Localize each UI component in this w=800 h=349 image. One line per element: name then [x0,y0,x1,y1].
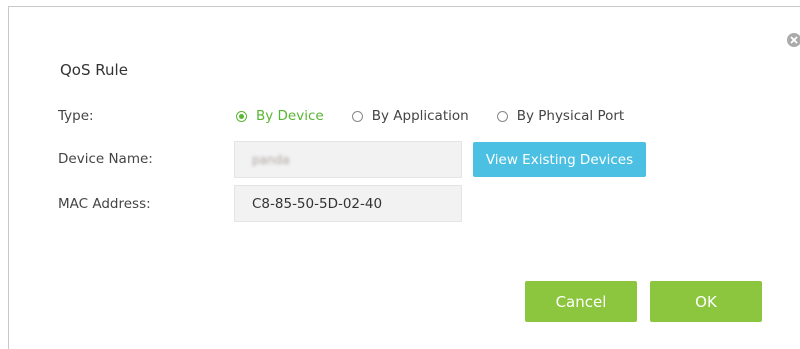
type-label: Type: [58,108,94,124]
cancel-button[interactable]: Cancel [525,281,637,322]
view-existing-devices-button[interactable]: View Existing Devices [473,142,646,177]
radio-label-by-physical-port: By Physical Port [516,108,625,124]
type-radio-group: By Device By Application By Physical Por… [236,108,624,124]
radio-by-application[interactable]: By Application [351,108,469,124]
radio-unselected-icon [351,110,363,122]
mac-address-value: C8-85-50-5D-02-40 [252,195,383,212]
close-icon[interactable] [787,33,800,47]
radio-by-physical-port[interactable]: By Physical Port [496,108,625,124]
radio-unselected-icon [496,110,508,122]
radio-label-by-application: By Application [371,108,469,124]
device-name-label: Device Name: [58,151,153,167]
mac-address-label: MAC Address: [58,196,151,212]
radio-selected-icon [236,110,247,122]
mac-address-field[interactable]: C8-85-50-5D-02-40 [234,185,462,222]
ok-button[interactable]: OK [650,281,762,322]
device-name-value: panda [252,152,290,167]
dialog-title: QoS Rule [60,61,128,79]
radio-label-by-device: By Device [256,108,324,124]
device-name-field[interactable]: panda [234,141,462,178]
radio-by-device[interactable]: By Device [236,108,324,124]
